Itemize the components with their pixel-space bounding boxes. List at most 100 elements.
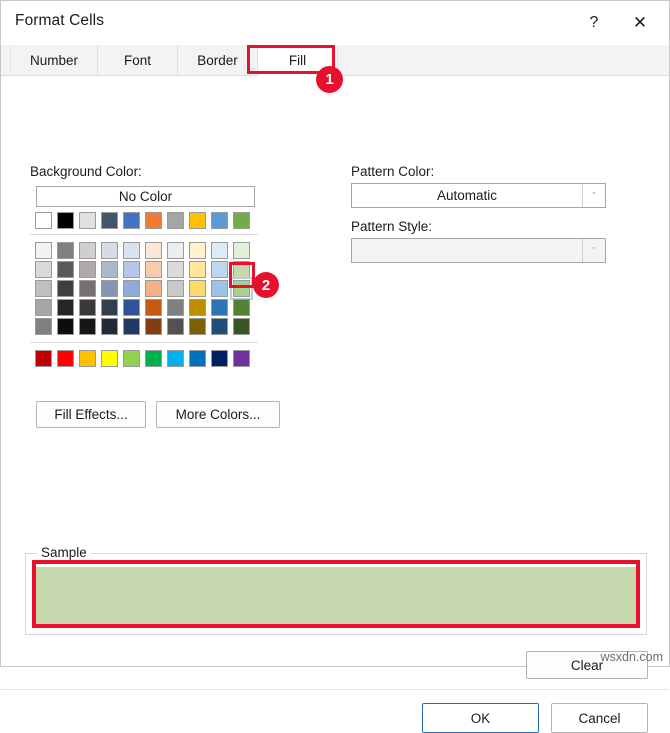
color-swatch-shade-3-5[interactable] xyxy=(145,299,162,316)
color-swatch-standard-1[interactable] xyxy=(57,350,74,367)
color-swatch-shade-4-7[interactable] xyxy=(189,318,206,335)
palette-divider-bottom xyxy=(30,342,258,343)
color-swatch-shade-0-6[interactable] xyxy=(167,242,184,259)
color-swatch-shade-0-5[interactable] xyxy=(145,242,162,259)
color-swatch-shade-0-9[interactable] xyxy=(233,242,250,259)
color-swatch-shade-2-0[interactable] xyxy=(35,280,52,297)
pattern-color-value: Automatic xyxy=(352,188,582,203)
color-swatch-shade-3-8[interactable] xyxy=(211,299,228,316)
color-swatch-shade-4-1[interactable] xyxy=(57,318,74,335)
more-colors-button[interactable]: More Colors... xyxy=(156,401,280,428)
color-swatch-shade-4-0[interactable] xyxy=(35,318,52,335)
color-swatch-shade-0-4[interactable] xyxy=(123,242,140,259)
color-swatch-standard-4[interactable] xyxy=(123,350,140,367)
color-swatch-shade-4-8[interactable] xyxy=(211,318,228,335)
color-swatch-standard-2[interactable] xyxy=(79,350,96,367)
color-swatch-standard-9[interactable] xyxy=(233,350,250,367)
tab-number[interactable]: Number xyxy=(10,45,98,75)
color-swatch-shade-4-2[interactable] xyxy=(79,318,96,335)
color-swatch-shade-1-6[interactable] xyxy=(167,261,184,278)
color-swatch-shade-0-1[interactable] xyxy=(57,242,74,259)
palette-shade-row-1 xyxy=(30,261,258,278)
palette-shade-row-2 xyxy=(30,280,258,297)
no-color-button[interactable]: No Color xyxy=(36,186,255,207)
color-swatch-theme-9[interactable] xyxy=(233,212,250,229)
color-palette xyxy=(30,212,258,369)
footer-divider xyxy=(1,689,669,690)
fill-effects-button[interactable]: Fill Effects... xyxy=(36,401,146,428)
pattern-color-dropdown[interactable]: Automatic ˇ xyxy=(351,183,606,208)
color-swatch-shade-3-4[interactable] xyxy=(123,299,140,316)
color-swatch-theme-5[interactable] xyxy=(145,212,162,229)
color-swatch-shade-1-1[interactable] xyxy=(57,261,74,278)
color-swatch-shade-2-4[interactable] xyxy=(123,280,140,297)
title-bar: Format Cells ? ✕ xyxy=(1,1,669,45)
color-swatch-shade-3-0[interactable] xyxy=(35,299,52,316)
color-swatch-shade-1-2[interactable] xyxy=(79,261,96,278)
color-swatch-shade-4-5[interactable] xyxy=(145,318,162,335)
tab-border[interactable]: Border xyxy=(178,45,258,75)
color-swatch-theme-0[interactable] xyxy=(35,212,52,229)
color-swatch-standard-6[interactable] xyxy=(167,350,184,367)
color-swatch-shade-0-3[interactable] xyxy=(101,242,118,259)
color-swatch-shade-4-4[interactable] xyxy=(123,318,140,335)
color-swatch-theme-3[interactable] xyxy=(101,212,118,229)
fill-tab-panel: Background Color: No Color 2 Fill Effect… xyxy=(1,76,669,666)
color-swatch-shade-2-3[interactable] xyxy=(101,280,118,297)
color-swatch-shade-1-9[interactable] xyxy=(233,261,250,278)
color-swatch-shade-1-4[interactable] xyxy=(123,261,140,278)
color-swatch-standard-3[interactable] xyxy=(101,350,118,367)
sample-legend: Sample xyxy=(37,545,91,560)
annotation-badge-2: 2 xyxy=(253,272,279,298)
color-swatch-standard-5[interactable] xyxy=(145,350,162,367)
tab-font[interactable]: Font xyxy=(98,45,178,75)
color-swatch-theme-7[interactable] xyxy=(189,212,206,229)
color-swatch-shade-2-5[interactable] xyxy=(145,280,162,297)
color-swatch-theme-8[interactable] xyxy=(211,212,228,229)
color-swatch-shade-1-3[interactable] xyxy=(101,261,118,278)
color-swatch-shade-4-3[interactable] xyxy=(101,318,118,335)
color-swatch-shade-0-2[interactable] xyxy=(79,242,96,259)
chevron-down-icon[interactable]: ˇ xyxy=(582,184,605,207)
color-swatch-shade-2-1[interactable] xyxy=(57,280,74,297)
color-swatch-theme-2[interactable] xyxy=(79,212,96,229)
color-swatch-shade-1-8[interactable] xyxy=(211,261,228,278)
color-swatch-standard-8[interactable] xyxy=(211,350,228,367)
help-icon[interactable]: ? xyxy=(571,1,617,45)
chevron-down-icon[interactable]: ˇ xyxy=(582,239,605,262)
color-swatch-shade-0-0[interactable] xyxy=(35,242,52,259)
color-swatch-shade-1-5[interactable] xyxy=(145,261,162,278)
palette-standard-row xyxy=(30,350,258,367)
color-swatch-shade-4-9[interactable] xyxy=(233,318,250,335)
color-swatch-standard-7[interactable] xyxy=(189,350,206,367)
palette-divider-top xyxy=(30,234,258,235)
color-swatch-shade-2-7[interactable] xyxy=(189,280,206,297)
color-swatch-shade-4-6[interactable] xyxy=(167,318,184,335)
palette-shade-row-4 xyxy=(30,318,258,335)
color-swatch-shade-1-0[interactable] xyxy=(35,261,52,278)
color-swatch-theme-4[interactable] xyxy=(123,212,140,229)
pattern-style-dropdown[interactable]: ˇ xyxy=(351,238,606,263)
color-swatch-selected[interactable] xyxy=(233,280,250,297)
color-swatch-shade-3-9[interactable] xyxy=(233,299,250,316)
close-icon[interactable]: ✕ xyxy=(617,1,663,45)
color-swatch-theme-6[interactable] xyxy=(167,212,184,229)
background-color-label: Background Color: xyxy=(30,164,142,179)
cancel-button[interactable]: Cancel xyxy=(551,703,648,733)
color-swatch-shade-3-6[interactable] xyxy=(167,299,184,316)
color-swatch-standard-0[interactable] xyxy=(35,350,52,367)
palette-shade-row-0 xyxy=(30,242,258,259)
ok-button[interactable]: OK xyxy=(422,703,539,733)
annotation-rect-sample xyxy=(32,560,640,628)
color-swatch-shade-2-8[interactable] xyxy=(211,280,228,297)
color-swatch-shade-3-3[interactable] xyxy=(101,299,118,316)
color-swatch-shade-1-7[interactable] xyxy=(189,261,206,278)
color-swatch-shade-3-7[interactable] xyxy=(189,299,206,316)
color-swatch-shade-0-7[interactable] xyxy=(189,242,206,259)
color-swatch-shade-0-8[interactable] xyxy=(211,242,228,259)
color-swatch-shade-2-6[interactable] xyxy=(167,280,184,297)
color-swatch-shade-3-2[interactable] xyxy=(79,299,96,316)
color-swatch-shade-3-1[interactable] xyxy=(57,299,74,316)
color-swatch-shade-2-2[interactable] xyxy=(79,280,96,297)
color-swatch-theme-1[interactable] xyxy=(57,212,74,229)
